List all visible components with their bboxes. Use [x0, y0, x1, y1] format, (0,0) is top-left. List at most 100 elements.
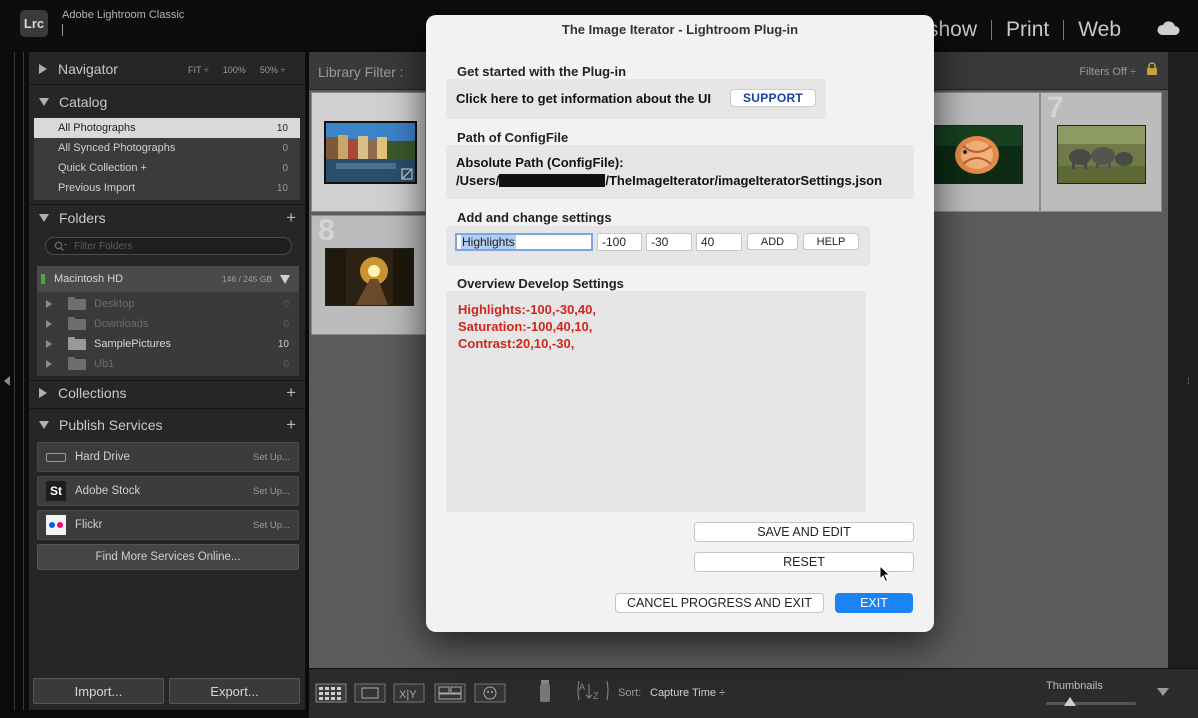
publish-service-label: Hard Drive: [75, 451, 130, 463]
module-slideshow[interactable]: show: [928, 18, 977, 42]
import-button[interactable]: Import...: [33, 678, 164, 704]
folder-expand-icon[interactable]: [46, 320, 52, 328]
expand-arrow-icon: [39, 98, 49, 106]
folder-filter-placeholder: Filter Folders: [74, 240, 133, 252]
save-and-edit-button[interactable]: SAVE AND EDIT: [694, 522, 914, 542]
zoom-fit[interactable]: FIT ÷: [188, 65, 209, 75]
find-more-services-button[interactable]: Find More Services Online...: [37, 544, 299, 570]
folder-item-ub1[interactable]: Ub1 0: [37, 354, 299, 374]
right-panel-toggle-icon[interactable]: ⁞: [1187, 376, 1190, 386]
exit-button[interactable]: EXIT: [835, 593, 913, 613]
volume-macintosh-hd[interactable]: Macintosh HD 146 / 245 GB: [37, 266, 299, 292]
compare-view-icon[interactable]: X|Y: [393, 683, 425, 703]
photo-thumbnail-path[interactable]: [325, 248, 414, 306]
add-collection-icon[interactable]: +: [286, 383, 296, 403]
export-button[interactable]: Export...: [169, 678, 300, 704]
module-web[interactable]: Web: [1078, 18, 1121, 42]
left-panel-toggle-icon[interactable]: [4, 376, 10, 386]
folder-filter-input[interactable]: Filter Folders: [45, 237, 292, 255]
publish-service-adobe-stock[interactable]: St Adobe Stock Set Up...: [37, 476, 299, 506]
thumbnail-size-slider[interactable]: [1046, 702, 1136, 705]
module-print[interactable]: Print: [1006, 18, 1049, 42]
folder-label: SamplePictures: [94, 338, 172, 350]
publish-service-hard-drive[interactable]: Hard Drive Set Up...: [37, 442, 299, 472]
config-path-group: Absolute Path (ConfigFile): /Users/ /TheI…: [446, 145, 914, 199]
navigator-header[interactable]: Navigator FIT ÷ 100% 50% ÷: [29, 55, 306, 83]
catalog-item-quick-collection[interactable]: Quick Collection + 0: [34, 158, 300, 178]
publish-services-header[interactable]: Publish Services +: [29, 411, 306, 439]
folders-header[interactable]: Folders +: [29, 204, 306, 232]
catalog-item-label: Previous Import: [58, 182, 136, 194]
settings-heading: Add and change settings: [457, 210, 612, 225]
folder-expand-icon[interactable]: [46, 360, 52, 368]
collections-header[interactable]: Collections +: [29, 379, 306, 407]
grid-cell[interactable]: 7: [1040, 91, 1162, 212]
publish-service-label: Adobe Stock: [75, 485, 141, 497]
photo-thumbnail-fish[interactable]: [934, 125, 1023, 184]
setup-link[interactable]: Set Up...: [253, 486, 290, 497]
left-panel-edge: [14, 52, 24, 710]
overview-line-contrast: Contrast:20,10,-30,: [458, 336, 575, 351]
folder-item-desktop[interactable]: Desktop 0: [37, 294, 299, 314]
settings-group: Highlights -100 -30 40 ADD HELP: [446, 226, 870, 266]
loupe-view-icon[interactable]: [354, 683, 386, 703]
publish-service-flickr[interactable]: Flickr Set Up...: [37, 510, 299, 540]
grid-cell[interactable]: [934, 92, 1040, 212]
setting-value-3-input[interactable]: 40: [696, 233, 742, 251]
lock-icon[interactable]: [1146, 62, 1158, 76]
catalog-item-label: All Photographs: [58, 122, 136, 134]
support-button[interactable]: SUPPORT: [730, 89, 816, 107]
thumbnail-path-image: [326, 249, 413, 305]
volume-expand-icon[interactable]: [280, 274, 290, 284]
folder-item-downloads[interactable]: Downloads 0: [37, 314, 299, 334]
toolbar-options-icon[interactable]: [1157, 688, 1169, 696]
collapse-arrow-icon: [39, 388, 47, 398]
folder-item-samplepictures[interactable]: SamplePictures 10: [37, 334, 299, 354]
zoom-50[interactable]: 50% ÷: [260, 65, 285, 75]
support-group: Click here to get information about the …: [446, 79, 826, 119]
catalog-item-previous-import[interactable]: Previous Import 10: [34, 178, 300, 198]
folder-expand-icon[interactable]: [46, 300, 52, 308]
setup-link[interactable]: Set Up...: [253, 520, 290, 531]
sort-direction-icon[interactable]: A Z: [577, 680, 609, 702]
cloud-icon[interactable]: [1156, 20, 1180, 36]
folder-expand-icon[interactable]: [46, 340, 52, 348]
catalog-header[interactable]: Catalog: [29, 88, 306, 116]
add-publish-service-icon[interactable]: +: [286, 415, 296, 435]
catalog-item-count: 10: [276, 122, 288, 134]
catalog-item-all-synced[interactable]: All Synced Photographs 0: [34, 138, 300, 158]
filters-off-select[interactable]: Filters Off ÷: [1079, 66, 1136, 78]
cancel-progress-and-exit-button[interactable]: CANCEL PROGRESS AND EXIT: [615, 593, 824, 613]
grid-cell-selected[interactable]: [311, 92, 426, 212]
grid-view-icon[interactable]: [315, 683, 347, 703]
folder-icon: [68, 316, 86, 330]
setting-value-2-input[interactable]: -30: [646, 233, 692, 251]
folders-label: Folders: [59, 210, 106, 226]
cell-number: 8: [318, 214, 335, 247]
setting-name-value: Highlights: [461, 235, 516, 249]
grid-cell[interactable]: 8: [311, 214, 426, 335]
photo-thumbnail-elephants[interactable]: [1057, 125, 1146, 184]
publish-service-label: Flickr: [75, 519, 103, 531]
support-info-text: Click here to get information about the …: [456, 91, 711, 106]
catalog-item-count: 10: [276, 182, 288, 194]
help-button[interactable]: HELP: [803, 233, 859, 250]
photo-thumbnail-canal[interactable]: [324, 121, 417, 184]
sort-select[interactable]: Capture Time ÷: [650, 687, 725, 699]
plugin-dialog: The Image Iterator - Lightroom Plug-in G…: [426, 15, 934, 632]
svg-text:Z: Z: [593, 691, 599, 701]
painter-icon[interactable]: [537, 678, 553, 704]
add-folder-icon[interactable]: +: [286, 208, 296, 228]
folder-icon: [68, 296, 86, 310]
add-button[interactable]: ADD: [747, 233, 798, 250]
zoom-100[interactable]: 100%: [223, 65, 246, 75]
survey-view-icon[interactable]: [434, 683, 466, 703]
setting-name-input[interactable]: Highlights: [455, 233, 593, 251]
catalog-item-all-photographs[interactable]: All Photographs 10: [34, 118, 300, 138]
setup-link[interactable]: Set Up...: [253, 452, 290, 463]
thumbnail-slider-knob[interactable]: [1064, 697, 1077, 706]
collapse-arrow-icon: [39, 64, 47, 74]
people-view-icon[interactable]: [474, 683, 506, 703]
setting-value-1-input[interactable]: -100: [597, 233, 642, 251]
redacted-username: [499, 174, 606, 187]
